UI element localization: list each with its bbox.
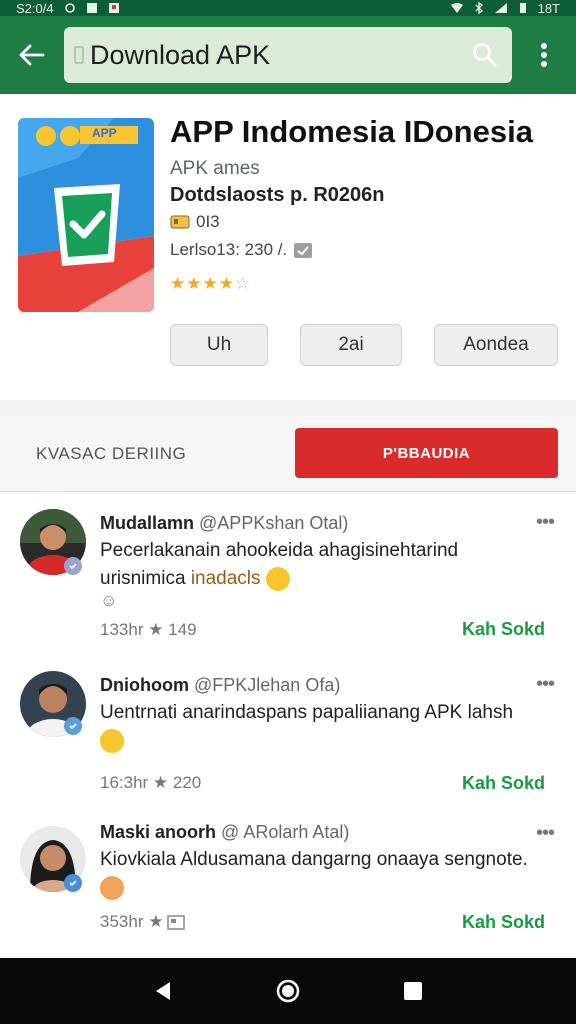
recents-square-icon [404, 982, 423, 1000]
app-info: Lerlso13: 230 /. [170, 240, 288, 259]
review-item: Dniohoom @FPKJlehan Ofa) ••• Uentrnati a… [0, 667, 576, 817]
star-icon: ★ [202, 274, 219, 293]
smile-emoji-icon [100, 728, 124, 753]
app-button-2[interactable]: 2ai [300, 324, 402, 366]
review-action-link[interactable]: Kah Sokd [462, 619, 545, 640]
nav-recents-button[interactable] [393, 971, 433, 1011]
bluetooth-icon [475, 2, 483, 14]
back-button[interactable] [0, 16, 64, 94]
review-text: Uentrnati anarindaspans papaliianang APK… [100, 699, 540, 755]
app-bar: Download APK [0, 16, 576, 94]
overflow-menu-button[interactable] [512, 16, 576, 94]
image-icon [167, 915, 186, 930]
app-icon[interactable]: APP [18, 118, 154, 312]
nav-home-button[interactable] [268, 971, 308, 1011]
search-icon [473, 43, 497, 67]
info-row: Lerlso13: 230 /. [170, 240, 313, 260]
system-nav-bar [0, 958, 576, 1024]
review-highlight: inadacls [190, 568, 261, 589]
app-header: APP APP Indomesia IDonesia APK ames Dotd… [0, 94, 576, 416]
app-category: APK ames [170, 158, 260, 179]
review-header: Maski anoorh @ ARolarh Atal) [100, 822, 349, 843]
review-action-link[interactable]: Kah Sokd [462, 773, 545, 794]
storage-icon [170, 215, 190, 229]
review-meta: 16:3hr ★ 220 [100, 773, 202, 792]
status-time: S2:0/4 [16, 0, 54, 16]
more-options-icon[interactable]: ••• [536, 673, 555, 696]
star-icon: ★ [186, 274, 203, 293]
verified-icon [64, 717, 82, 735]
review-header: Mudallamn @APPKshan Otal) [100, 513, 348, 534]
action-row-label[interactable]: KVASAC DERIING [36, 444, 186, 464]
reviewer-handle: @APPKshan Otal) [199, 513, 349, 533]
review-item: Mudallamn @APPKshan Otal) ••• Pecerlakan… [0, 505, 576, 655]
app-icon-badge: APP [92, 126, 117, 140]
arrow-left-icon [19, 44, 45, 66]
home-circle-icon [276, 979, 300, 1003]
smile-emoji-icon [265, 566, 290, 591]
verified-icon [64, 874, 82, 892]
reviewer-name[interactable]: Mudallamn [100, 513, 194, 533]
reviewer-handle: @ ARolarh Atal) [221, 822, 350, 842]
review-item: Maski anoorh @ ARolarh Atal) ••• Kiovkia… [0, 822, 576, 952]
app-rating: ★★★★☆ [170, 274, 251, 294]
signal-icon [494, 3, 507, 13]
reviewer-name[interactable]: Dniohoom [100, 675, 189, 695]
star-empty-icon: ☆ [235, 274, 252, 293]
star-icon: ★ [170, 274, 187, 293]
sync-icon [64, 3, 75, 13]
app-size: 0I3 [196, 212, 220, 231]
wifi-icon [450, 3, 463, 13]
back-triangle-icon [155, 982, 170, 1000]
app-logo-icon [18, 118, 154, 312]
app-button-3[interactable]: Aondea [434, 324, 558, 366]
star-icon: ★ [218, 274, 235, 293]
review-action-link[interactable]: Kah Sokd [462, 912, 545, 933]
search-input[interactable]: Download APK [90, 40, 470, 71]
battery-text: 18T [537, 0, 560, 16]
notification-icon [86, 3, 97, 13]
more-options-icon[interactable]: ••• [536, 822, 555, 845]
review-text-main: Uentrnati anarindaspans papaliianang APK… [100, 702, 514, 723]
review-text: Pecerlakanain ahookeida ahagisinehtarind… [100, 537, 540, 593]
review-meta-text: 353hr ★ [100, 912, 164, 931]
more-vertical-icon [541, 43, 547, 67]
alert-icon [108, 3, 119, 13]
file-icon [74, 46, 84, 64]
review-text: Kiovkiala Aldusamana dangarng onaaya sen… [100, 846, 540, 902]
nav-back-button[interactable] [143, 971, 183, 1011]
app-title: APP Indomesia IDonesia [170, 114, 533, 149]
badge-icon [294, 243, 313, 258]
section-divider [0, 400, 576, 416]
review-meta: 133hr ★ 149 [100, 620, 197, 639]
app-button-1[interactable]: Uh [170, 324, 268, 366]
battery-icon [519, 3, 526, 13]
more-options-icon[interactable]: ••• [536, 511, 555, 534]
status-bar: S2:0/4 18T [0, 0, 576, 16]
reviewer-handle: @FPKJlehan Ofa) [194, 675, 341, 695]
review-header: Dniohoom @FPKJlehan Ofa) [100, 675, 340, 696]
verified-icon [64, 557, 82, 575]
review-sub: ☺ [100, 591, 118, 610]
primary-action-button[interactable]: P'BBAUDIA [295, 428, 558, 478]
emoji-icon [100, 875, 124, 900]
search-field[interactable]: Download APK [64, 27, 512, 83]
review-meta: 353hr ★ [100, 912, 186, 932]
size-row: 0I3 [170, 212, 220, 232]
action-row: KVASAC DERIING P'BBAUDIA [0, 416, 576, 492]
search-button[interactable] [470, 40, 500, 70]
developer-name[interactable]: Dotdslaosts p. R0206n [170, 184, 385, 207]
review-text-main: Kiovkiala Aldusamana dangarng onaaya sen… [100, 849, 528, 870]
reviewer-name[interactable]: Maski anoorh [100, 822, 216, 842]
